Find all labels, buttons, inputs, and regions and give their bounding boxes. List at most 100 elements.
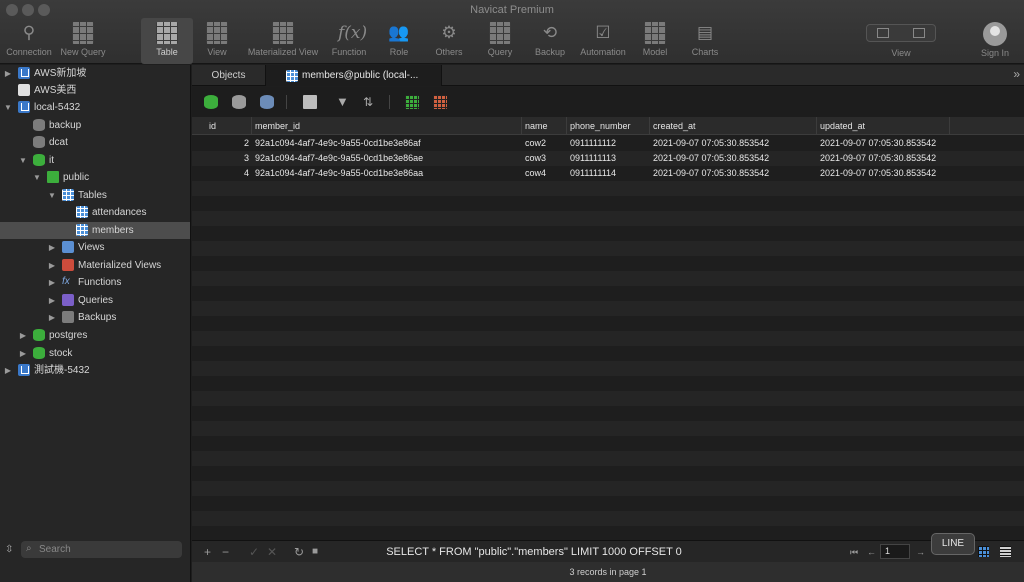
tree-item-attendances[interactable]: attendances [0, 204, 190, 221]
toolbar-table-button[interactable]: Table [141, 18, 193, 64]
toolbar-others-button[interactable]: ⚙ Others [420, 18, 478, 64]
query-icon [489, 22, 511, 44]
expand-arrow-icon[interactable]: ▶ [18, 327, 28, 344]
main-panel: Objects members@public (local-... » ▼ ⇅ … [192, 65, 1024, 582]
expand-arrow-icon[interactable]: ▶ [18, 345, 28, 362]
user-avatar-icon[interactable] [983, 22, 1007, 46]
prev-page-button[interactable]: ← [867, 547, 876, 557]
expand-arrow-icon[interactable]: ▶ [3, 362, 13, 379]
table-cell-phone-number[interactable]: 0911111114 [567, 166, 650, 181]
toolbar-materialized-view-button[interactable]: Materialized View [248, 18, 318, 64]
first-page-button[interactable]: ⏮ [850, 547, 858, 558]
table-icon [286, 70, 298, 82]
table-cell-id[interactable]: 3 [206, 151, 252, 166]
tree-item-stock[interactable]: ▶ stock [0, 345, 190, 362]
collapse-arrow-icon[interactable]: ▼ [18, 152, 28, 169]
tab-members[interactable]: members@public (local-... [266, 65, 442, 86]
search-input[interactable]: Search [21, 541, 182, 558]
filter-icon[interactable]: ▼ [336, 95, 350, 109]
tree-item-queries[interactable]: ▶ Queries [0, 292, 190, 309]
expand-arrow-icon[interactable]: ▶ [47, 239, 57, 256]
tree-item-test-5432[interactable]: ▶ 測試機-5432 [0, 362, 190, 379]
sidebar-layout-icon [877, 28, 889, 38]
tree-item-members[interactable]: members [0, 222, 190, 239]
column-header-name[interactable]: name [522, 117, 567, 135]
grid-view-icon[interactable] [978, 546, 989, 557]
signin-label[interactable]: Sign In [972, 48, 1018, 58]
expand-arrow-icon[interactable]: ▶ [47, 292, 57, 309]
table-cell-id[interactable]: 2 [206, 136, 252, 151]
form-view-icon[interactable] [1000, 546, 1011, 557]
expand-arrow-icon[interactable]: ▶ [3, 65, 13, 82]
tree-item-tables[interactable]: ▼ Tables [0, 187, 190, 204]
table-cell-phone-number[interactable]: 0911111113 [567, 151, 650, 166]
tab-objects[interactable]: Objects [192, 65, 266, 86]
table-cell-created-at[interactable]: 2021-09-07 07:05:30.853542 [650, 151, 817, 166]
more-tabs-icon[interactable]: » [1013, 67, 1020, 81]
begin-transaction-icon[interactable] [204, 95, 218, 109]
table-cell-updated-at[interactable]: 2021-09-07 07:05:30.853542 [817, 151, 950, 166]
toolbar-view-button[interactable]: View [188, 18, 246, 64]
toolbar-new-query-button[interactable]: New Query [54, 18, 112, 64]
table-cell-created-at[interactable]: 2021-09-07 07:05:30.853542 [650, 166, 817, 181]
view-toggle[interactable] [866, 24, 936, 42]
expand-arrow-icon[interactable]: ▶ [47, 309, 57, 326]
automation-icon: ☑ [595, 23, 611, 42]
tree-item-aws-singapore[interactable]: ▶ AWS新加坡 [0, 65, 190, 82]
collapse-arrow-icon[interactable]: ▼ [47, 187, 57, 204]
empty-row [192, 421, 1024, 436]
toolbar-backup-button[interactable]: ⟲ Backup [521, 18, 579, 64]
expand-arrow-icon[interactable]: ▶ [47, 257, 57, 274]
table-cell-updated-at[interactable]: 2021-09-07 07:05:30.853542 [817, 136, 950, 151]
tree-item-public[interactable]: ▼ public [0, 169, 190, 186]
tree-item-dcat[interactable]: dcat [0, 134, 190, 151]
table-cell-updated-at[interactable]: 2021-09-07 07:05:30.853542 [817, 166, 950, 181]
column-header-id[interactable]: id [206, 117, 252, 135]
tree-item-views[interactable]: ▶ Views [0, 239, 190, 256]
export-icon[interactable] [433, 95, 447, 109]
tree-item-postgres[interactable]: ▶ postgres [0, 327, 190, 344]
empty-row [192, 226, 1024, 241]
tree-item-functions[interactable]: ▶ fx Functions [0, 274, 190, 291]
table-cell-id[interactable]: 4 [206, 166, 252, 181]
column-header-created-at[interactable]: created_at [650, 117, 817, 135]
column-header-phone-number[interactable]: phone_number [567, 117, 650, 135]
expand-arrow-icon[interactable]: ▶ [47, 274, 57, 291]
rollback-icon[interactable] [260, 95, 274, 109]
table-cell-member-id[interactable]: 92a1c094-4af7-4e9c-9a55-0cd1be3e86ae [252, 151, 522, 166]
toolbar-charts-button[interactable]: ▤ Charts [676, 18, 734, 64]
table-cell-name[interactable]: cow2 [522, 136, 567, 151]
tree-item-backups[interactable]: ▶ Backups [0, 309, 190, 326]
table-row[interactable]: 3 92a1c094-4af7-4e9c-9a55-0cd1be3e86ae cow… [192, 151, 1024, 166]
table-cell-phone-number[interactable]: 0911111112 [567, 136, 650, 151]
next-page-button[interactable]: → [916, 547, 925, 557]
toolbar-automation-button[interactable]: ☑ Automation [574, 18, 632, 64]
collapse-arrow-icon[interactable]: ▼ [3, 99, 13, 116]
tree-item-aws-uswest[interactable]: AWS美西 [0, 82, 190, 99]
sort-icon[interactable]: ⇅ [363, 95, 377, 109]
tree-item-local-5432[interactable]: ▼ local-5432 [0, 99, 190, 116]
tree-item-materialized-views[interactable]: ▶ Materialized Views [0, 257, 190, 274]
column-header-updated-at[interactable]: updated_at [817, 117, 950, 135]
database-icon [33, 154, 45, 166]
table-row[interactable]: 4 92a1c094-4af7-4e9c-9a55-0cd1be3e86aa cow… [192, 166, 1024, 181]
column-header-member-id[interactable]: member_id [252, 117, 522, 135]
table-cell-member-id[interactable]: 92a1c094-4af7-4e9c-9a55-0cd1be3e86aa [252, 166, 522, 181]
toolbar-divider [389, 95, 390, 109]
tree-item-it[interactable]: ▼ it [0, 152, 190, 169]
commit-icon[interactable] [232, 95, 246, 109]
table-cell-name[interactable]: cow3 [522, 151, 567, 166]
views-icon [62, 241, 74, 253]
table-cell-name[interactable]: cow4 [522, 166, 567, 181]
new-query-icon [72, 22, 94, 44]
tree-item-backup[interactable]: backup [0, 117, 190, 134]
text-view-icon[interactable] [303, 95, 317, 109]
collapse-arrow-icon[interactable]: ▼ [32, 169, 42, 186]
import-icon[interactable] [405, 95, 419, 109]
page-number-input[interactable]: 1 [880, 544, 910, 559]
toolbar-connection-button[interactable]: ⚲ Connection [0, 18, 58, 64]
sidebar-options-icon[interactable]: ⇳ [5, 544, 13, 555]
table-cell-member-id[interactable]: 92a1c094-4af7-4e9c-9a55-0cd1be3e86af [252, 136, 522, 151]
table-row[interactable]: 2 92a1c094-4af7-4e9c-9a55-0cd1be3e86af cow… [192, 136, 1024, 151]
table-cell-created-at[interactable]: 2021-09-07 07:05:30.853542 [650, 136, 817, 151]
